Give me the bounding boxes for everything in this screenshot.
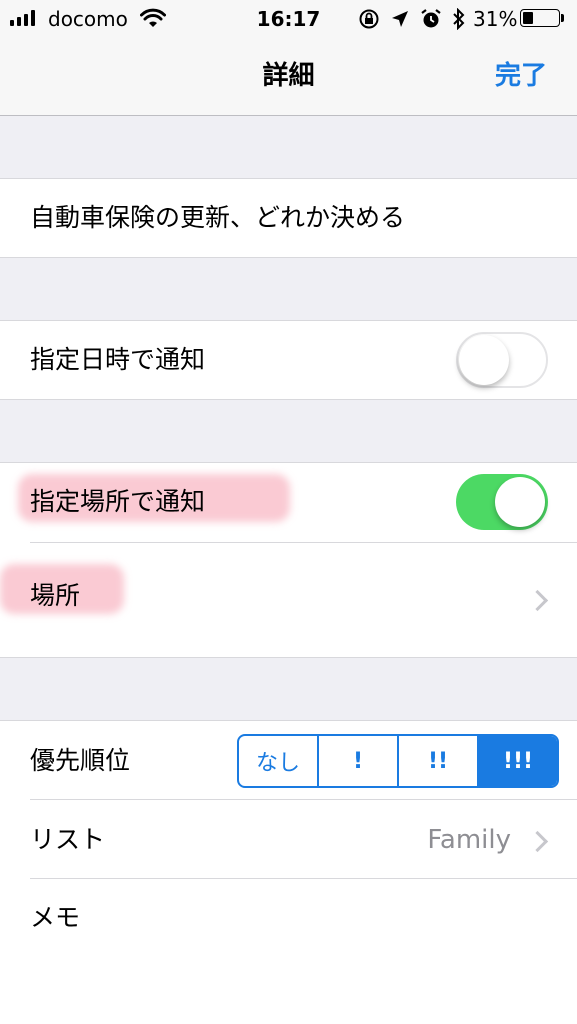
rotation-lock-icon (359, 9, 379, 29)
toggle-knob (495, 477, 545, 527)
battery-icon (520, 9, 560, 27)
task-title-field[interactable]: 自動車保険の更新、どれか決める (30, 198, 405, 238)
alarm-icon (421, 9, 441, 28)
page-title: 詳細 (262, 61, 315, 91)
list-label: リスト (30, 825, 106, 854)
priority-option-low[interactable]: ! (319, 736, 399, 786)
date-notify-label: 指定日時で通知 (30, 345, 206, 374)
location-notify-label: 指定場所で通知 (30, 487, 206, 516)
priority-option-none[interactable]: なし (239, 736, 319, 786)
bluetooth-icon (453, 8, 465, 30)
battery-nub (561, 14, 564, 22)
toggle-knob (459, 335, 509, 385)
priority-label: 優先順位 (30, 746, 131, 775)
location-row[interactable] (0, 543, 577, 657)
list-value: Family (427, 825, 511, 855)
location-notify-toggle[interactable] (456, 474, 548, 530)
priority-segmented-control[interactable]: なし ! !! !!! (237, 734, 559, 788)
priority-option-high[interactable]: !!! (479, 736, 557, 786)
battery-percent: 31% (473, 7, 518, 31)
done-button[interactable]: 完了 (495, 54, 547, 98)
memo-field[interactable] (0, 879, 577, 1024)
priority-option-medium[interactable]: !! (399, 736, 479, 786)
location-icon (392, 11, 408, 27)
location-label: 場所 (30, 581, 81, 610)
status-icons (358, 8, 466, 30)
battery-level-fill (523, 12, 533, 24)
date-notify-toggle[interactable] (456, 332, 548, 388)
